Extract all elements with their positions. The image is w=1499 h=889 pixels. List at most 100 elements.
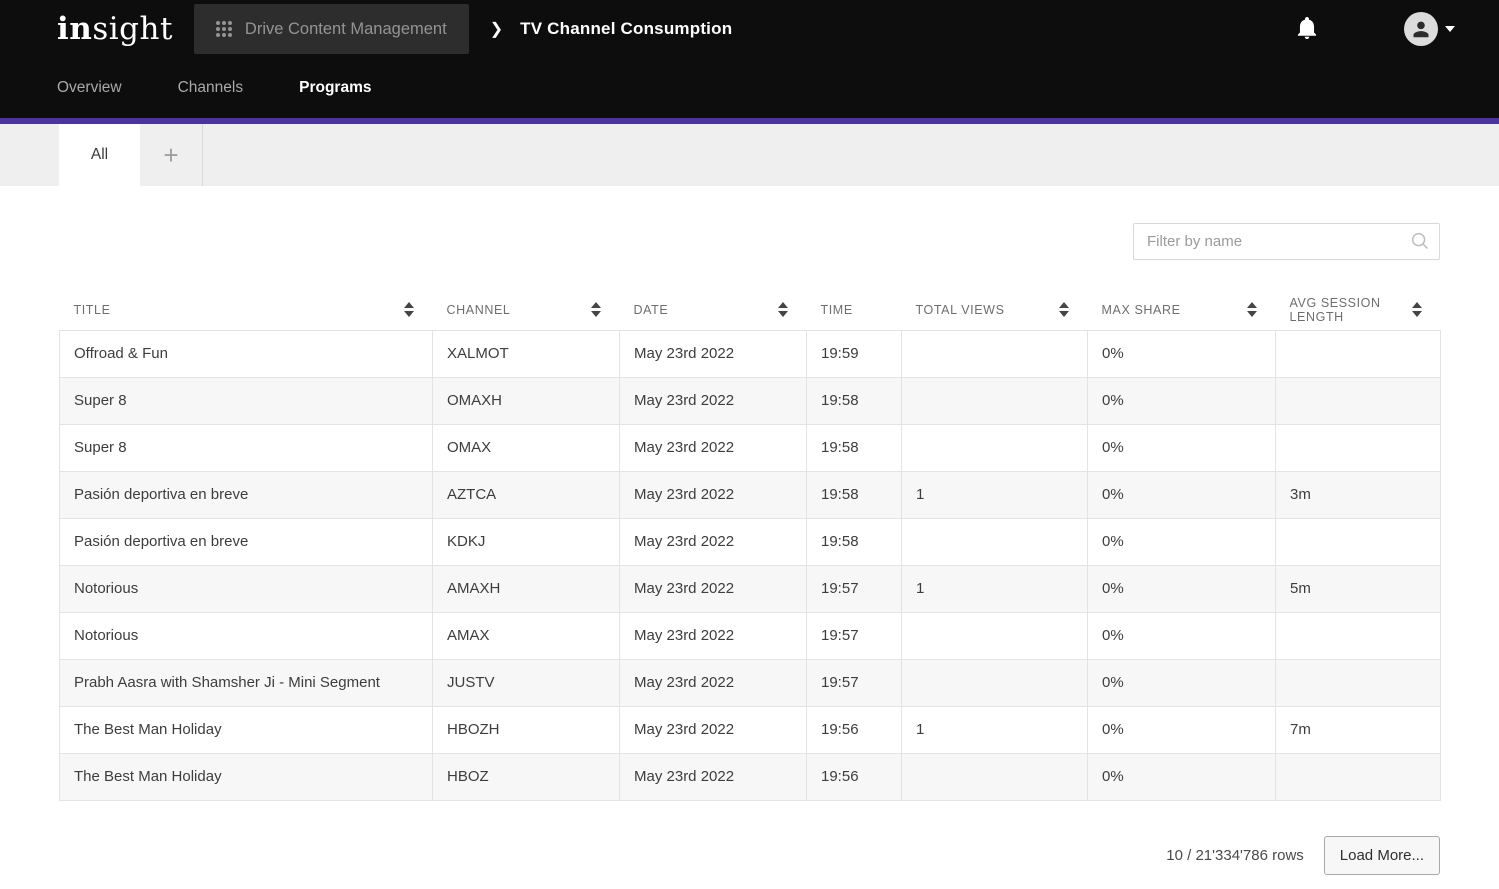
table-row[interactable]: NotoriousAMAXMay 23rd 202219:570%: [60, 612, 1441, 659]
header-right: [1294, 12, 1499, 46]
table-cell: OMAXH: [433, 377, 620, 424]
table-cell: Prabh Aasra with Shamsher Ji - Mini Segm…: [60, 659, 433, 706]
table-cell: [902, 377, 1088, 424]
table-cell: 0%: [1088, 424, 1276, 471]
sort-icon[interactable]: [778, 302, 788, 317]
table-cell: JUSTV: [433, 659, 620, 706]
search-icon: [1409, 230, 1431, 257]
user-menu-button[interactable]: [1404, 12, 1455, 46]
column-header-title[interactable]: TITLE: [60, 290, 433, 330]
table-row[interactable]: Offroad & FunXALMOTMay 23rd 202219:590%: [60, 330, 1441, 377]
header-nav: Overview Channels Programs: [0, 58, 1499, 118]
table-cell: 5m: [1276, 565, 1441, 612]
column-header-date[interactable]: DATE: [620, 290, 807, 330]
logo-text-sight: sight: [92, 11, 173, 47]
column-label: CHANNEL: [447, 303, 511, 317]
table-cell: 0%: [1088, 377, 1276, 424]
column-header-time: TIME: [807, 290, 902, 330]
app-grid-icon: [216, 21, 232, 37]
table-row[interactable]: NotoriousAMAXHMay 23rd 202219:5710%5m: [60, 565, 1441, 612]
table-cell: 0%: [1088, 659, 1276, 706]
sort-icon[interactable]: [591, 302, 601, 317]
table-cell: 19:56: [807, 753, 902, 800]
nav-item-channels[interactable]: Channels: [178, 79, 244, 97]
table-cell: [902, 424, 1088, 471]
table-cell: XALMOT: [433, 330, 620, 377]
table-cell: May 23rd 2022: [620, 330, 807, 377]
table-cell: May 23rd 2022: [620, 753, 807, 800]
table-row[interactable]: Pasión deportiva en breveKDKJMay 23rd 20…: [60, 518, 1441, 565]
table-cell: 19:57: [807, 565, 902, 612]
column-header-avg-session-length[interactable]: AVG SESSION LENGTH: [1276, 290, 1441, 330]
table-cell: 19:56: [807, 706, 902, 753]
table-cell: [1276, 518, 1441, 565]
sort-icon[interactable]: [404, 302, 414, 317]
sort-icon[interactable]: [1059, 302, 1069, 317]
sort-icon[interactable]: [1247, 302, 1257, 317]
nav-item-programs[interactable]: Programs: [299, 79, 371, 97]
table-cell: May 23rd 2022: [620, 706, 807, 753]
breadcrumb-chevron-icon: ❯: [490, 19, 503, 39]
table-cell: The Best Man Holiday: [60, 753, 433, 800]
avatar: [1404, 12, 1438, 46]
tab-all[interactable]: All: [59, 124, 140, 186]
column-label: DATE: [634, 303, 669, 317]
table-cell: Pasión deportiva en breve: [60, 471, 433, 518]
table-cell: 19:58: [807, 518, 902, 565]
table-cell: AMAX: [433, 612, 620, 659]
table-cell: May 23rd 2022: [620, 424, 807, 471]
app-switcher-button[interactable]: Drive Content Management: [194, 4, 469, 54]
table-cell: 19:58: [807, 471, 902, 518]
table-cell: May 23rd 2022: [620, 518, 807, 565]
sort-icon[interactable]: [1412, 302, 1422, 317]
header-row: insight Drive Content Management ❯ TV Ch…: [0, 0, 1499, 58]
table-cell: 1: [902, 706, 1088, 753]
table-cell: Super 8: [60, 424, 433, 471]
table-cell: HBOZH: [433, 706, 620, 753]
table-cell: [1276, 659, 1441, 706]
table-cell: 0%: [1088, 706, 1276, 753]
notifications-button[interactable]: [1294, 15, 1320, 44]
column-header-total-views[interactable]: TOTAL VIEWS: [902, 290, 1088, 330]
table-cell: 0%: [1088, 612, 1276, 659]
nav-item-overview[interactable]: Overview: [57, 79, 122, 97]
table-row[interactable]: Prabh Aasra with Shamsher Ji - Mini Segm…: [60, 659, 1441, 706]
table-cell: 0%: [1088, 330, 1276, 377]
table-cell: 19:59: [807, 330, 902, 377]
table-cell: [902, 612, 1088, 659]
load-more-button[interactable]: Load More...: [1324, 836, 1440, 875]
column-header-channel[interactable]: CHANNEL: [433, 290, 620, 330]
table-row[interactable]: Super 8OMAXHMay 23rd 202219:580%: [60, 377, 1441, 424]
table-cell: 7m: [1276, 706, 1441, 753]
table-cell: Notorious: [60, 565, 433, 612]
logo-text-in: in: [57, 11, 92, 47]
table-cell: May 23rd 2022: [620, 659, 807, 706]
column-label: MAX SHARE: [1102, 303, 1181, 317]
table-cell: Pasión deportiva en breve: [60, 518, 433, 565]
column-header-max-share[interactable]: MAX SHARE: [1088, 290, 1276, 330]
table-cell: 3m: [1276, 471, 1441, 518]
table-cell: May 23rd 2022: [620, 377, 807, 424]
table-row[interactable]: Pasión deportiva en breveAZTCAMay 23rd 2…: [60, 471, 1441, 518]
add-tab-button[interactable]: +: [140, 124, 203, 186]
table-row[interactable]: The Best Man HolidayHBOZMay 23rd 202219:…: [60, 753, 1441, 800]
table-cell: May 23rd 2022: [620, 471, 807, 518]
table-cell: [1276, 612, 1441, 659]
main-content: TITLE CHANNEL DATE TIME TOTAL VIEWS MAX SHARE…: [0, 223, 1499, 889]
table-cell: 19:57: [807, 612, 902, 659]
filter-input[interactable]: [1133, 223, 1440, 260]
table-row[interactable]: Super 8OMAXMay 23rd 202219:580%: [60, 424, 1441, 471]
table-cell: 19:57: [807, 659, 902, 706]
table-cell: 0%: [1088, 753, 1276, 800]
table-cell: The Best Man Holiday: [60, 706, 433, 753]
table-cell: [902, 753, 1088, 800]
column-label: AVG SESSION LENGTH: [1290, 296, 1412, 324]
table-cell: [902, 518, 1088, 565]
table-cell: [1276, 753, 1441, 800]
column-label: TOTAL VIEWS: [916, 303, 1005, 317]
bell-icon: [1294, 15, 1320, 44]
top-header: insight Drive Content Management ❯ TV Ch…: [0, 0, 1499, 118]
programs-table: TITLE CHANNEL DATE TIME TOTAL VIEWS MAX SHARE…: [59, 290, 1441, 801]
table-row[interactable]: The Best Man HolidayHBOZHMay 23rd 202219…: [60, 706, 1441, 753]
tab-bar: All +: [0, 124, 1499, 186]
